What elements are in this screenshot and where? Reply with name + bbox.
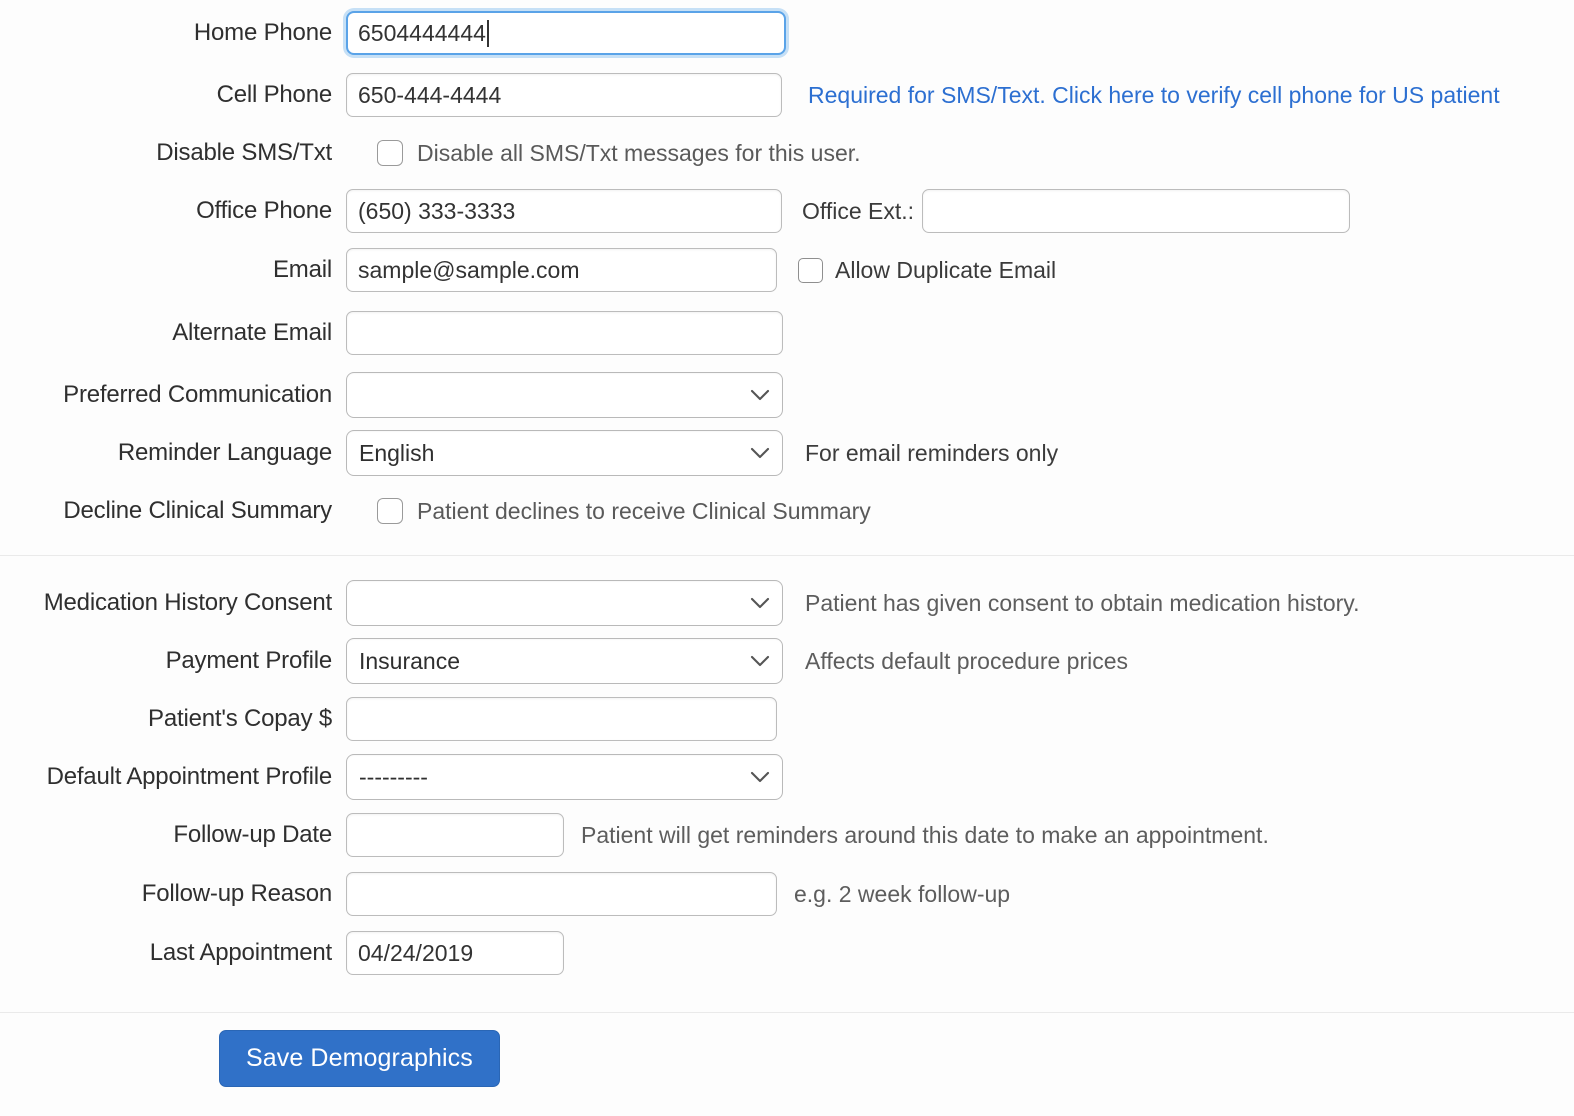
label-office-phone: Office Phone [196,197,332,224]
cell-phone-value: 650-444-4444 [358,81,502,108]
label-alternate-email: Alternate Email [172,319,332,346]
save-demographics-button[interactable]: Save Demographics [219,1029,500,1087]
medication-history-consent-select[interactable] [346,580,783,626]
row-follow-up-date: Follow-up Date Patient will get reminder… [0,806,1574,864]
follow-up-reason-hint: e.g. 2 week follow-up [794,880,1011,907]
reminder-language-select[interactable]: English [346,430,783,476]
label-reminder-language: Reminder Language [117,439,332,466]
row-home-phone: Home Phone 6504444444 [0,0,1574,66]
label-home-phone: Home Phone [193,19,332,46]
home-phone-input[interactable]: 6504444444 [346,11,786,55]
row-payment-profile: Payment Profile Insurance Affects defaul… [0,632,1574,690]
chevron-down-icon [750,447,770,460]
label-cell-phone: Cell Phone [216,81,333,108]
row-last-appointment: Last Appointment 04/24/2019 [0,924,1574,982]
office-phone-value: (650) 333-3333 [358,197,516,224]
allow-duplicate-email-label: Allow Duplicate Email [835,256,1057,283]
medication-history-consent-hint: Patient has given consent to obtain medi… [805,589,1360,616]
label-decline-clinical-summary: Decline Clinical Summary [63,497,332,524]
patients-copay-input[interactable] [346,697,777,741]
home-phone-value: 6504444444 [358,19,486,46]
email-input[interactable]: sample@sample.com [346,248,777,292]
decline-clinical-summary-checkbox[interactable] [377,498,403,524]
label-follow-up-date: Follow-up Date [173,821,332,848]
cell-phone-input[interactable]: 650-444-4444 [346,73,782,117]
row-decline-clinical-summary: Decline Clinical Summary Patient decline… [0,482,1574,540]
alternate-email-input[interactable] [346,311,783,355]
disable-sms-checkbox[interactable] [377,140,403,166]
office-ext-input[interactable] [922,189,1351,233]
label-email: Email [272,256,332,283]
row-preferred-communication: Preferred Communication [0,366,1574,424]
chevron-down-icon [750,389,770,402]
last-appointment-value: 04/24/2019 [358,939,474,966]
follow-up-date-input[interactable] [346,813,564,857]
payment-profile-value: Insurance [359,647,461,674]
reminder-language-hint: For email reminders only [805,439,1059,466]
row-reminder-language: Reminder Language English For email remi… [0,424,1574,482]
label-default-appointment-profile: Default Appointment Profile [46,763,333,790]
preferred-communication-select[interactable] [346,372,783,418]
verify-cell-phone-link[interactable]: Required for SMS/Text. Click here to ver… [808,82,1500,109]
row-disable-sms: Disable SMS/Txt Disable all SMS/Txt mess… [0,124,1574,182]
label-medication-history-consent: Medication History Consent [43,589,332,616]
chevron-down-icon [750,597,770,610]
label-preferred-communication: Preferred Communication [63,381,332,408]
label-last-appointment: Last Appointment [149,939,332,966]
row-alternate-email: Alternate Email [0,300,1574,366]
disable-sms-checkbox-label: Disable all SMS/Txt messages for this us… [417,139,861,166]
default-appointment-profile-value: --------- [359,763,428,790]
reminder-language-value: English [359,439,435,466]
label-payment-profile: Payment Profile [165,647,333,674]
row-default-appointment-profile: Default Appointment Profile --------- [0,748,1574,806]
last-appointment-input[interactable]: 04/24/2019 [346,931,564,975]
label-disable-sms: Disable SMS/Txt [156,139,332,166]
label-follow-up-reason: Follow-up Reason [141,880,332,907]
row-follow-up-reason: Follow-up Reason e.g. 2 week follow-up [0,864,1574,924]
decline-clinical-summary-checkbox-label: Patient declines to receive Clinical Sum… [417,497,871,524]
label-patients-copay: Patient's Copay $ [148,705,332,732]
follow-up-date-hint: Patient will get reminders around this d… [581,821,1269,848]
email-value: sample@sample.com [358,256,580,283]
section-divider-top [0,555,1574,556]
payment-profile-hint: Affects default procedure prices [805,647,1129,674]
text-caret [486,19,489,47]
follow-up-reason-input[interactable] [346,872,777,916]
allow-duplicate-email-checkbox[interactable] [798,257,823,283]
row-save: Save Demographics [0,1013,1574,1103]
chevron-down-icon [750,771,770,784]
chevron-down-icon [750,655,770,668]
row-cell-phone: Cell Phone 650-444-4444 Required for SMS… [0,66,1574,124]
row-patients-copay: Patient's Copay $ [0,690,1574,748]
row-office-phone: Office Phone (650) 333-3333 Office Ext.: [0,182,1574,240]
row-medication-history-consent: Medication History Consent Patient has g… [0,574,1574,632]
label-office-ext: Office Ext.: [802,197,915,224]
row-email: Email sample@sample.com Allow Duplicate … [0,240,1574,300]
demographics-form: Home Phone 6504444444 Cell Phone 650-444… [0,0,1574,1103]
office-phone-input[interactable]: (650) 333-3333 [346,189,782,233]
default-appointment-profile-select[interactable]: --------- [346,754,783,800]
payment-profile-select[interactable]: Insurance [346,638,783,684]
